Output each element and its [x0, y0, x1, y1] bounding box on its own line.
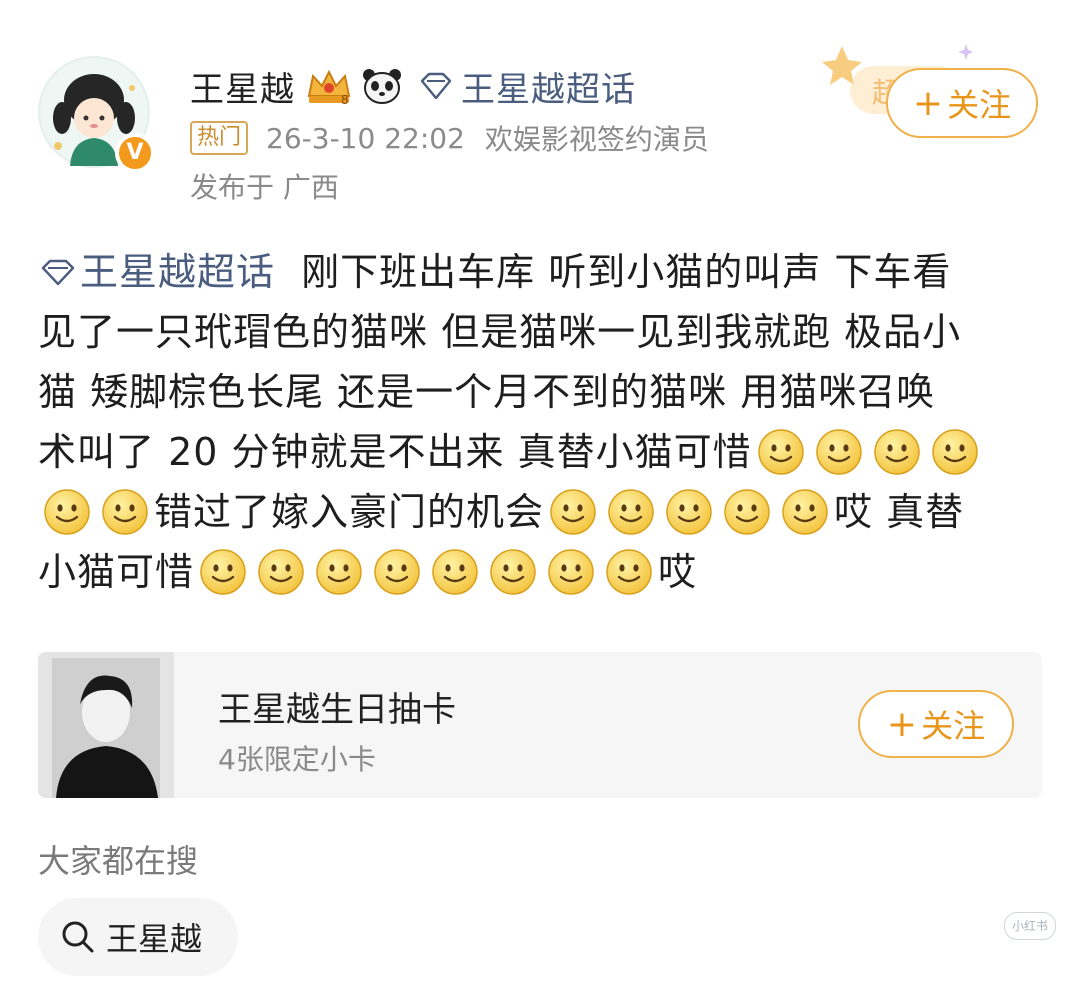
smile-emoji-icon — [665, 488, 713, 536]
promo-card[interactable]: 王星越生日抽卡 4张限定小卡 + 关注 — [38, 652, 1042, 798]
post-source: 欢娱影视签约演员 — [484, 123, 709, 156]
smile-emoji-icon — [723, 488, 771, 536]
smile-emoji-icon — [257, 548, 305, 596]
smile-emoji-icon — [605, 548, 653, 596]
topic-link-label: 王星越超话 — [80, 250, 276, 294]
svg-text:8: 8 — [341, 93, 349, 106]
user-name[interactable]: 王星越 — [190, 62, 295, 111]
post-text-segment: 刚下班出车库 听到小猫的叫声 下车看 — [275, 250, 952, 294]
diamond-icon — [420, 72, 452, 100]
smile-emoji-icon — [315, 548, 363, 596]
emoji-group — [544, 488, 834, 536]
search-heading: 大家都在搜 — [38, 842, 199, 880]
emoji-group — [752, 428, 984, 476]
search-chip-label: 王星越 — [106, 920, 203, 958]
watermark: 小红书 — [1004, 912, 1056, 940]
meta-row: 热门 26-3-10 22:02 欢娱影视签约演员 — [190, 118, 709, 158]
smile-emoji-icon — [101, 488, 149, 536]
post-text-segment: 术叫了 20 分钟就是不出来 真替小猫可惜 — [38, 430, 752, 474]
follow-button[interactable]: + 关注 — [886, 68, 1038, 138]
smile-emoji-icon — [931, 428, 979, 476]
post-text-segment: 见了一只玳瑁色的猫咪 但是猫咪一见到我就跑 极品小 — [38, 310, 962, 354]
diamond-icon — [41, 259, 75, 286]
smile-emoji-icon — [549, 488, 597, 536]
post-line: 见了一只玳瑁色的猫咪 但是猫咪一见到我就跑 极品小 — [38, 302, 1038, 362]
smile-emoji-icon — [43, 488, 91, 536]
panda-icon — [363, 69, 401, 104]
crown-icon: 8 — [307, 69, 351, 106]
post-location: 发布于 广西 — [190, 171, 339, 204]
plus-icon: + — [886, 703, 918, 745]
smile-emoji-icon — [607, 488, 655, 536]
post-text: 王星越超话 刚下班出车库 听到小猫的叫声 下车看 见了一只玳瑁色的猫咪 但是猫咪… — [38, 242, 1038, 602]
smile-emoji-icon — [547, 548, 595, 596]
verified-badge-icon: V — [115, 133, 155, 173]
topic-name-link[interactable]: 王星越超话 — [461, 62, 636, 111]
hot-tag: 热门 — [190, 121, 249, 155]
card-photo — [38, 652, 174, 798]
follow-label: 关注 — [947, 86, 1012, 124]
post-line: 猫 矮脚棕色长尾 还是一个月不到的猫咪 用猫咪召唤 — [38, 362, 1038, 422]
post-text-segment: 哎 — [658, 550, 698, 594]
topic-link[interactable]: 王星越超话 — [38, 242, 275, 302]
smile-emoji-icon — [199, 548, 247, 596]
smile-emoji-icon — [815, 428, 863, 476]
card-title: 王星越生日抽卡 — [218, 690, 456, 730]
post-line: 王星越超话 刚下班出车库 听到小猫的叫声 下车看 — [38, 242, 1038, 302]
card-follow-label: 关注 — [921, 707, 986, 745]
smile-emoji-icon — [489, 548, 537, 596]
emoji-group — [194, 548, 658, 596]
card-subtitle: 4张限定小卡 — [218, 743, 376, 776]
post-text-segment: 小猫可惜 — [38, 550, 195, 594]
post-text-segment: 错过了嫁入豪门的机会 — [154, 490, 545, 534]
plus-icon: + — [912, 82, 944, 124]
post-line: 术叫了 20 分钟就是不出来 真替小猫可惜 — [38, 422, 1038, 482]
name-row: 王星越 8 王星越超话 — [190, 60, 636, 112]
smile-emoji-icon — [757, 428, 805, 476]
post-line: 小猫可惜 哎 — [38, 542, 1038, 602]
post-text-segment: 哎 真替 — [834, 490, 965, 534]
post-text-segment: 猫 矮脚棕色长尾 还是一个月不到的猫咪 用猫咪召唤 — [38, 370, 936, 414]
search-icon — [62, 921, 94, 953]
emoji-group — [38, 488, 154, 536]
post-time: 26-3-10 22:02 — [266, 121, 465, 155]
smile-emoji-icon — [873, 428, 921, 476]
search-chip[interactable]: 王星越 — [38, 898, 238, 976]
card-follow-button[interactable]: + 关注 — [858, 690, 1014, 758]
smile-emoji-icon — [781, 488, 829, 536]
post-line: 错过了嫁入豪门的机会 哎 真替 — [38, 482, 1038, 542]
smile-emoji-icon — [431, 548, 479, 596]
smile-emoji-icon — [373, 548, 421, 596]
